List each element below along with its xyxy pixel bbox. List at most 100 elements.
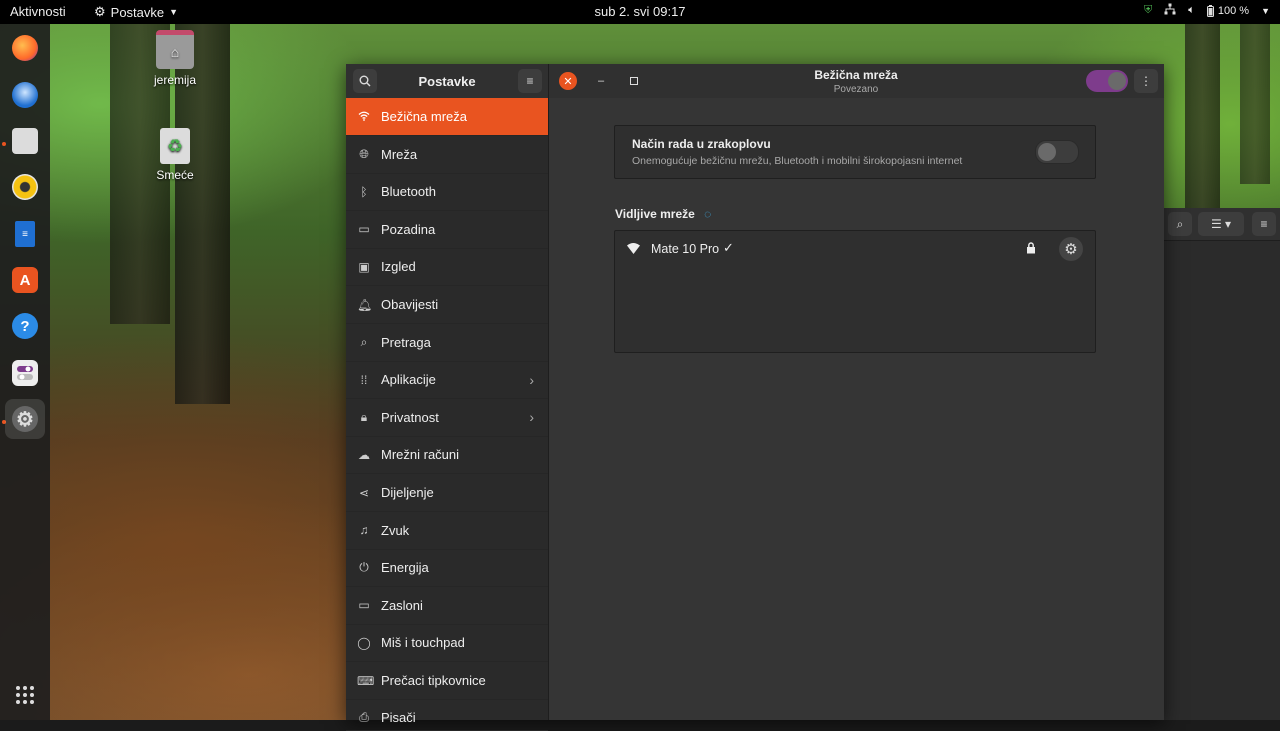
network-row[interactable]: Mate 10 Pro ✓ ⚙ [615, 231, 1095, 267]
bluetooth-icon: ᛒ [360, 184, 368, 199]
menu-icon[interactable]: ≡ [1252, 212, 1276, 236]
dock-rhythmbox[interactable] [5, 167, 45, 207]
tweaks-icon [12, 360, 38, 386]
wifi-signal-icon [627, 242, 640, 257]
sidebar-item-search[interactable]: ⌕ Pretraga [346, 324, 548, 362]
dock-writer[interactable]: ≡ [5, 214, 45, 254]
apps-grid-icon: ⁞⁞ [360, 372, 368, 387]
shield-icon[interactable]: ⛨ [1144, 4, 1152, 17]
network-wired-icon[interactable] [1164, 3, 1176, 18]
view-options-icon[interactable]: ☰ ▾ [1198, 212, 1244, 236]
wifi-icon [357, 110, 371, 124]
background-window[interactable]: ⌕ ☰ ▾ ≡ [1164, 208, 1280, 720]
sidebar-item-label: Dijeljenje [381, 485, 434, 500]
sidebar-item-sharing[interactable]: ⋖ Dijeljenje [346, 474, 548, 512]
sidebar-item-network[interactable]: 🌐︎ Mreža [346, 136, 548, 174]
more-options-button[interactable]: ⋮ [1134, 69, 1158, 93]
app-menu-label: Postavke [110, 4, 165, 20]
header-bar: Postavke ≡ ✕ – Bežična mreža Povezano ⋮ [346, 64, 1164, 99]
settings-gear-icon: ⚙ [12, 406, 38, 432]
home-folder-icon: ⌂ [156, 30, 194, 69]
sidebar-item-wifi[interactable]: Bežična mreža [346, 98, 548, 136]
sidebar-item-power[interactable]: ⏻ Energija [346, 549, 548, 588]
top-bar: Aktivnosti ⚙ Postavke ▼ sub 2. svi 09:17… [0, 0, 1280, 24]
airplane-mode-row[interactable]: Način rada u zrakoplovu Onemogućuje beži… [614, 125, 1096, 179]
app-menu[interactable]: ⚙ Postavke ▼ [94, 4, 178, 20]
home-folder-label: jeremija [153, 73, 196, 87]
sidebar-item-label: Obavijesti [381, 297, 439, 312]
bell-icon: 🔔︎ [357, 297, 373, 312]
sidebar-item-notifications[interactable]: 🔔︎ Obavijesti [346, 286, 548, 324]
hamburger-icon: ≡ [526, 74, 534, 88]
sidebar-item-label: Zasloni [381, 597, 423, 613]
battery-level: 100 % [1217, 4, 1250, 17]
dock-tweaks[interactable] [5, 353, 45, 393]
sidebar-item-label: Energija [381, 560, 429, 576]
volume-icon[interactable]: 🔈︎ [1188, 4, 1195, 17]
clock[interactable]: sub 2. svi 09:17 [594, 4, 685, 19]
search-icon[interactable]: ⌕ [1168, 212, 1192, 236]
sidebar-item-label: Bežična mreža [381, 109, 467, 124]
desktop-trash[interactable]: ♻ Smeće [140, 128, 210, 182]
airplane-mode-switch[interactable] [1035, 140, 1079, 164]
sidebar-item-displays[interactable]: ▭ Zasloni [346, 587, 548, 625]
network-settings-button[interactable]: ⚙ [1059, 237, 1083, 261]
activities-button[interactable]: Aktivnosti [10, 4, 66, 19]
sidebar-item-keyboard-shortcuts[interactable]: ⌨ Prečaci tipkovnice [346, 662, 548, 700]
sidebar-item-label: Zvuk [381, 522, 410, 538]
sidebar-item-mouse[interactable]: ◯ Miš i touchpad [346, 624, 548, 663]
sidebar-item-label: Pretraga [381, 334, 431, 350]
sidebar-item-label: Izgled [381, 259, 416, 275]
menu-button[interactable]: ≡ [518, 69, 542, 93]
sidebar-item-appearance[interactable]: ▣ Izgled [346, 248, 548, 287]
network-icon: 🌐︎ [359, 146, 369, 161]
sidebar-item-online-accounts[interactable]: ☁ Mrežni računi [346, 436, 548, 475]
dock-software[interactable]: A [5, 260, 45, 300]
document-icon: ≡ [15, 221, 35, 247]
wifi-panel: Način rada u zrakoplovu Onemogućuje beži… [549, 98, 1164, 720]
spinner-icon: ◌ [704, 207, 712, 221]
printer-icon: ⎙ [359, 709, 369, 724]
sidebar-item-label: Aplikacije [381, 372, 436, 388]
desktop-home-folder[interactable]: ⌂ jeremija [140, 30, 210, 87]
dock: ≡ A ? ⚙ [0, 24, 50, 720]
sidebar-item-printers[interactable]: ⎙ Pisači [346, 700, 548, 731]
dock-settings[interactable]: ⚙ [5, 399, 45, 439]
search-icon: ⌕ [360, 334, 368, 349]
sidebar-item-bluetooth[interactable]: ᛒ Bluetooth [346, 173, 548, 212]
wifi-toggle[interactable] [1086, 70, 1128, 92]
show-applications-button[interactable] [5, 675, 45, 715]
dock-thunderbird[interactable] [5, 75, 45, 115]
settings-sidebar: Bežična mreža 🌐︎ Mreža ᛒ Bluetooth ▭ Poz… [346, 98, 549, 731]
system-tray[interactable]: ⛨ 🔈︎ 100 % ▼ [1144, 3, 1270, 18]
vertical-dots-icon: ⋮ [1140, 74, 1152, 88]
lock-icon [1026, 242, 1036, 257]
visible-networks-title: Vidljive mreže [615, 207, 695, 221]
sidebar-item-label: Mrežni računi [381, 447, 460, 463]
dock-help[interactable]: ? [5, 306, 45, 346]
chevron-right-icon: › [529, 371, 534, 388]
chevron-right-icon: › [529, 409, 534, 426]
sidebar-item-label: Mreža [381, 146, 418, 162]
sidebar-item-label: Bluetooth [381, 184, 436, 200]
gear-icon: ⚙ [1064, 241, 1078, 258]
sidebar-item-sound[interactable]: ♫ Zvuk [346, 512, 548, 550]
battery-icon[interactable]: 100 % [1206, 4, 1250, 17]
dock-files[interactable] [5, 121, 45, 161]
dock-firefox[interactable] [5, 28, 45, 68]
keyboard-icon: ⌨ [357, 673, 375, 688]
thunderbird-icon [12, 82, 38, 108]
power-menu-icon[interactable]: ▼ [1261, 6, 1270, 16]
mouse-icon: ◯ [357, 635, 371, 650]
sidebar-item-privacy[interactable]: 🔒︎ Privatnost › [346, 399, 548, 437]
gear-icon: ⚙ [94, 4, 106, 19]
lock-icon: 🔒︎ [360, 409, 368, 424]
sidebar-item-label: Privatnost [381, 409, 439, 425]
power-icon: ⏻ [359, 560, 369, 575]
music-note-icon: ♫ [359, 523, 369, 538]
sidebar-item-background[interactable]: ▭ Pozadina [346, 211, 548, 249]
sidebar-item-label: Pisači [381, 709, 416, 725]
apps-grid-icon [16, 686, 34, 704]
share-icon: ⋖ [358, 485, 370, 500]
sidebar-item-applications[interactable]: ⁞⁞ Aplikacije › [346, 361, 548, 400]
